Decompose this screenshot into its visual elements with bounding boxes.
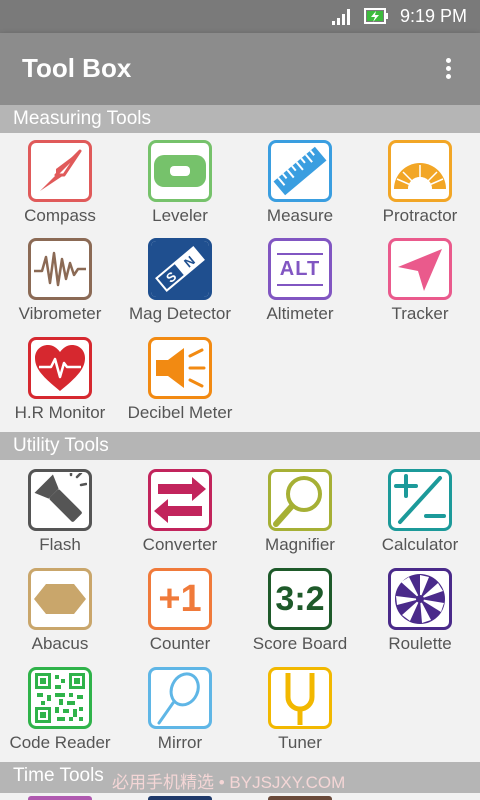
converter-icon bbox=[148, 469, 212, 531]
status-bar: 9:19 PM bbox=[0, 0, 480, 33]
magnet-icon: SN bbox=[148, 238, 212, 300]
calculator-icon bbox=[388, 469, 452, 531]
compass-icon bbox=[28, 140, 92, 202]
tool-label: Compass bbox=[24, 206, 96, 225]
tool-label: Flash bbox=[39, 535, 81, 554]
tool-label: Protractor bbox=[382, 206, 458, 225]
tool-label: Counter bbox=[149, 634, 211, 653]
tool-compass[interactable]: Compass bbox=[0, 136, 120, 234]
tool-tracker[interactable]: Tracker bbox=[360, 234, 480, 332]
tool-label: Roulette bbox=[388, 634, 452, 653]
heart-rate-icon bbox=[28, 337, 92, 399]
tool-label: Converter bbox=[142, 535, 218, 554]
next-row-partial bbox=[0, 793, 480, 800]
tool-label: Tuner bbox=[278, 733, 322, 752]
tool-label: Magnifier bbox=[265, 535, 335, 554]
tool-mag-detector[interactable]: SN Mag Detector bbox=[120, 234, 240, 332]
app-title: Tool Box bbox=[22, 53, 132, 83]
scoreboard-text: 3:2 bbox=[275, 579, 325, 618]
qr-code-icon bbox=[28, 667, 92, 729]
tool-label: H.R Monitor bbox=[14, 403, 106, 422]
status-time: 9:19 PM bbox=[400, 6, 468, 26]
tool-label: Tracker bbox=[391, 304, 449, 323]
tool-converter[interactable]: Converter bbox=[120, 465, 240, 563]
tool-label: Mirror bbox=[157, 733, 203, 752]
tool-label: Measure bbox=[266, 206, 334, 225]
tool-label: Altimeter bbox=[266, 304, 334, 323]
tool-label: Decibel Meter bbox=[127, 403, 233, 422]
tuning-fork-icon bbox=[268, 667, 332, 729]
tool-code-reader[interactable]: Code Reader bbox=[0, 663, 120, 761]
tool-label: Code Reader bbox=[9, 733, 111, 752]
tool-label: Abacus bbox=[31, 634, 89, 653]
battery-charging-icon bbox=[364, 8, 388, 24]
tool-label: Score Board bbox=[252, 634, 348, 653]
tool-label: Vibrometer bbox=[18, 304, 102, 323]
ruler-icon bbox=[268, 140, 332, 202]
leveler-icon bbox=[148, 140, 212, 202]
counter-icon: +1 bbox=[148, 568, 212, 630]
section-header-measuring: Measuring Tools bbox=[0, 105, 480, 133]
tool-label: Leveler bbox=[152, 206, 208, 225]
more-vert-icon[interactable] bbox=[436, 55, 460, 83]
tool-roulette[interactable]: Roulette bbox=[360, 564, 480, 662]
tool-measure[interactable]: Measure bbox=[240, 136, 360, 234]
tool-score-board[interactable]: 3:2 Score Board bbox=[240, 564, 360, 662]
tool-mirror[interactable]: Mirror bbox=[120, 663, 240, 761]
speaker-icon bbox=[148, 337, 212, 399]
tool-magnifier[interactable]: Magnifier bbox=[240, 465, 360, 563]
roulette-icon bbox=[388, 568, 452, 630]
tool-counter[interactable]: +1 Counter bbox=[120, 564, 240, 662]
section-header-utility: Utility Tools bbox=[0, 432, 480, 460]
tool-vibrometer[interactable]: Vibrometer bbox=[0, 234, 120, 332]
tool-hr-monitor[interactable]: H.R Monitor bbox=[0, 333, 120, 431]
altimeter-text: ALT bbox=[279, 257, 321, 280]
protractor-icon bbox=[388, 140, 452, 202]
watermark: 必用手机精选 • BYJSJXY.COM bbox=[112, 773, 346, 792]
tool-decibel-meter[interactable]: Decibel Meter bbox=[120, 333, 240, 431]
tool-abacus[interactable]: Abacus bbox=[0, 564, 120, 662]
flashlight-icon bbox=[28, 469, 92, 531]
tool-calculator[interactable]: Calculator bbox=[360, 465, 480, 563]
app-bar: Tool Box bbox=[0, 33, 480, 105]
tool-flash[interactable]: Flash bbox=[0, 465, 120, 563]
tool-label: Calculator bbox=[381, 535, 459, 554]
tool-protractor[interactable]: Protractor bbox=[360, 136, 480, 234]
counter-text: +1 bbox=[158, 577, 202, 620]
mirror-icon bbox=[148, 667, 212, 729]
abacus-icon bbox=[28, 568, 92, 630]
altimeter-icon: ALT bbox=[268, 238, 332, 300]
tool-leveler[interactable]: Leveler bbox=[120, 136, 240, 234]
tracker-icon bbox=[388, 238, 452, 300]
tool-altimeter[interactable]: ALT Altimeter bbox=[240, 234, 360, 332]
magnifier-icon bbox=[268, 469, 332, 531]
vibrometer-icon bbox=[28, 238, 92, 300]
signal-icon bbox=[332, 9, 350, 25]
tool-tuner[interactable]: Tuner bbox=[240, 663, 360, 761]
tool-label: Mag Detector bbox=[128, 304, 232, 323]
scoreboard-icon: 3:2 bbox=[268, 568, 332, 630]
